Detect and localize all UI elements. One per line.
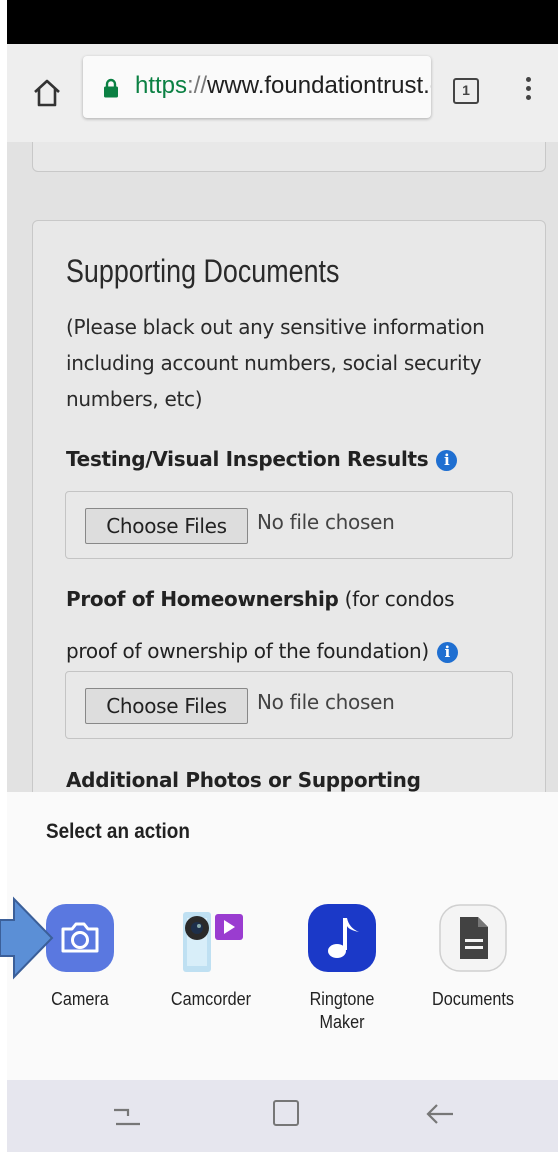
- status-bar: [7, 0, 558, 44]
- page-content: Supporting Documents (Please black out a…: [7, 142, 558, 792]
- system-navigation-bar: [7, 1080, 558, 1152]
- app-camcorder[interactable]: Camcorder: [151, 904, 271, 1054]
- lock-icon: [104, 78, 118, 98]
- camera-icon: [46, 904, 114, 972]
- testing-results-file-input: Choose Files No file chosen: [65, 491, 513, 559]
- supporting-documents-card: Supporting Documents (Please black out a…: [32, 220, 546, 792]
- app-label-line1: Ringtone: [309, 989, 375, 1009]
- additional-photos-label-text: Additional Photos or Supporting: [66, 768, 421, 792]
- app-label: Camera: [51, 989, 109, 1009]
- homeownership-label-line2-text: proof of ownership of the foundation): [66, 639, 429, 663]
- choose-files-button[interactable]: Choose Files: [85, 688, 248, 724]
- homeownership-label-line2: proof of ownership of the foundation) i: [66, 639, 458, 663]
- recent-apps-icon[interactable]: [112, 1102, 142, 1130]
- url-scheme: https: [135, 72, 188, 99]
- additional-photos-label: Additional Photos or Supporting: [66, 768, 421, 792]
- app-label-line2: Maker: [319, 1012, 365, 1032]
- info-icon[interactable]: i: [436, 642, 458, 663]
- home-icon[interactable]: [31, 78, 63, 108]
- pointer-arrow-icon: [0, 896, 54, 980]
- choose-files-button[interactable]: Choose Files: [85, 508, 248, 544]
- app-label: Camcorder: [170, 989, 252, 1009]
- homeownership-label-normal: (for condos: [338, 587, 455, 611]
- overflow-menu-icon[interactable]: [523, 74, 533, 110]
- camcorder-icon: [183, 912, 243, 972]
- music-note-icon: [308, 904, 376, 972]
- url-text: https://www.foundationtrust.org/apply: [135, 72, 431, 100]
- app-label: Documents: [432, 989, 514, 1009]
- testing-results-label-text: Testing/Visual Inspection Results: [66, 447, 429, 471]
- home-button-icon[interactable]: [273, 1100, 299, 1126]
- url-separator: ://: [187, 72, 208, 99]
- tab-switcher-icon[interactable]: 1: [453, 78, 479, 104]
- testing-results-label: Testing/Visual Inspection Results i: [66, 447, 458, 471]
- homeownership-label: Proof of Homeownership (for condos: [66, 587, 455, 611]
- file-status: No file chosen: [257, 690, 395, 714]
- file-status: No file chosen: [257, 510, 395, 534]
- document-icon: [439, 904, 507, 972]
- url-host: www.foundationtrust.org/apply: [207, 72, 431, 99]
- app-ringtone-maker[interactable]: Ringtone Maker: [282, 904, 402, 1054]
- action-sheet: Select an action Camera Camcorder Ringto…: [7, 792, 558, 1080]
- browser-toolbar: https://www.foundationtrust.org/apply 1: [7, 44, 558, 142]
- previous-section-card: [32, 142, 546, 172]
- section-title: Supporting Documents: [66, 253, 340, 289]
- app-label: Ringtone Maker: [288, 988, 396, 1034]
- address-bar[interactable]: https://www.foundationtrust.org/apply: [83, 56, 431, 118]
- homeownership-label-bold: Proof of Homeownership: [66, 587, 339, 611]
- app-documents[interactable]: Documents: [413, 904, 533, 1054]
- homeownership-file-input: Choose Files No file chosen: [65, 671, 513, 739]
- action-sheet-title: Select an action: [46, 820, 190, 843]
- back-arrow-icon[interactable]: [425, 1100, 455, 1128]
- section-note: (Please black out any sensitive informat…: [66, 315, 485, 411]
- info-icon[interactable]: i: [436, 450, 458, 471]
